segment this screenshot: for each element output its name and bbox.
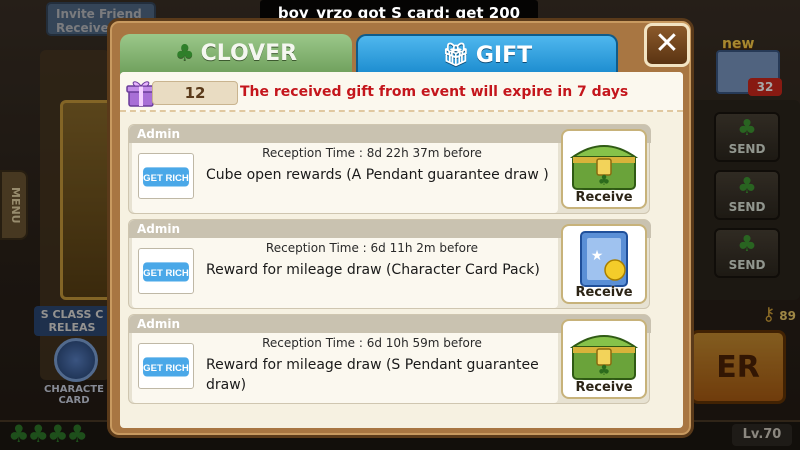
gift-description: Cube open rewards (A Pendant guarantee d… bbox=[206, 167, 549, 183]
receive-button[interactable]: ♣ Receive bbox=[561, 319, 647, 399]
receive-label: Receive bbox=[575, 285, 633, 300]
get-rich-logo-icon: GET RICH bbox=[138, 153, 194, 199]
receive-button[interactable]: ♣ Receive bbox=[561, 129, 647, 209]
gift-count: 12 bbox=[152, 81, 238, 105]
reception-time: Reception Time : 6d 11h 2m before bbox=[265, 241, 479, 255]
svg-text:GET RICH: GET RICH bbox=[143, 173, 189, 184]
gift-body: GET RICH Reception Time : 6d 10h 59m bef… bbox=[132, 333, 558, 403]
tab-label: CLOVER bbox=[200, 41, 298, 66]
gift-description: Reward for mileage draw (Character Card … bbox=[206, 262, 540, 278]
close-button[interactable]: ✕ bbox=[644, 23, 690, 67]
gift-body: GET RICH Reception Time : 6d 11h 2m befo… bbox=[132, 238, 558, 308]
reception-time: Reception Time : 6d 10h 59m before bbox=[262, 336, 482, 350]
gift-box-dialog: ♣ CLOVER 🎁︎ GIFT ✕ 12 The received gift fr… bbox=[107, 18, 694, 438]
treasure-chest-icon: ♣ bbox=[569, 145, 639, 190]
tab-gift[interactable]: 🎁︎ GIFT bbox=[356, 34, 618, 74]
gift-list-panel: 12 The received gift from event will exp… bbox=[120, 72, 683, 428]
reception-time: Reception Time : 8d 22h 37m before bbox=[262, 146, 482, 160]
svg-text:★: ★ bbox=[591, 248, 604, 264]
get-rich-logo-icon: GET RICH bbox=[138, 248, 194, 294]
receive-label: Receive bbox=[575, 380, 633, 395]
gift-body: GET RICH Reception Time : 8d 22h 37m bef… bbox=[132, 143, 558, 213]
svg-text:♣: ♣ bbox=[598, 363, 611, 379]
card-pack-icon: ★ bbox=[580, 231, 628, 287]
tab-label: GIFT bbox=[475, 43, 533, 68]
expire-notice: The received gift from event will expire… bbox=[240, 84, 629, 100]
gift-item: Admin GET RICH Reception Time : 6d 10h 5… bbox=[128, 314, 651, 404]
treasure-chest-icon: ♣ bbox=[569, 335, 639, 380]
clover-icon: ♣ bbox=[174, 41, 195, 66]
svg-text:GET RICH: GET RICH bbox=[143, 363, 189, 374]
gift-icon: 🎁︎ bbox=[441, 43, 470, 68]
receive-label: Receive bbox=[575, 190, 633, 205]
svg-text:GET RICH: GET RICH bbox=[143, 268, 189, 279]
gift-item: Admin GET RICH Reception Time : 6d 11h 2… bbox=[128, 219, 651, 309]
get-rich-logo-icon: GET RICH bbox=[138, 343, 194, 389]
gift-item: Admin GET RICH Reception Time : 8d 22h 3… bbox=[128, 124, 651, 214]
tab-clover[interactable]: ♣ CLOVER bbox=[120, 34, 352, 74]
gift-description: Reward for mileage draw (S Pendant guara… bbox=[206, 357, 539, 393]
gift-header: 12 The received gift from event will exp… bbox=[120, 72, 683, 112]
close-icon: ✕ bbox=[654, 26, 680, 61]
svg-text:♣: ♣ bbox=[598, 173, 611, 189]
receive-button[interactable]: ★ Receive bbox=[561, 224, 647, 304]
